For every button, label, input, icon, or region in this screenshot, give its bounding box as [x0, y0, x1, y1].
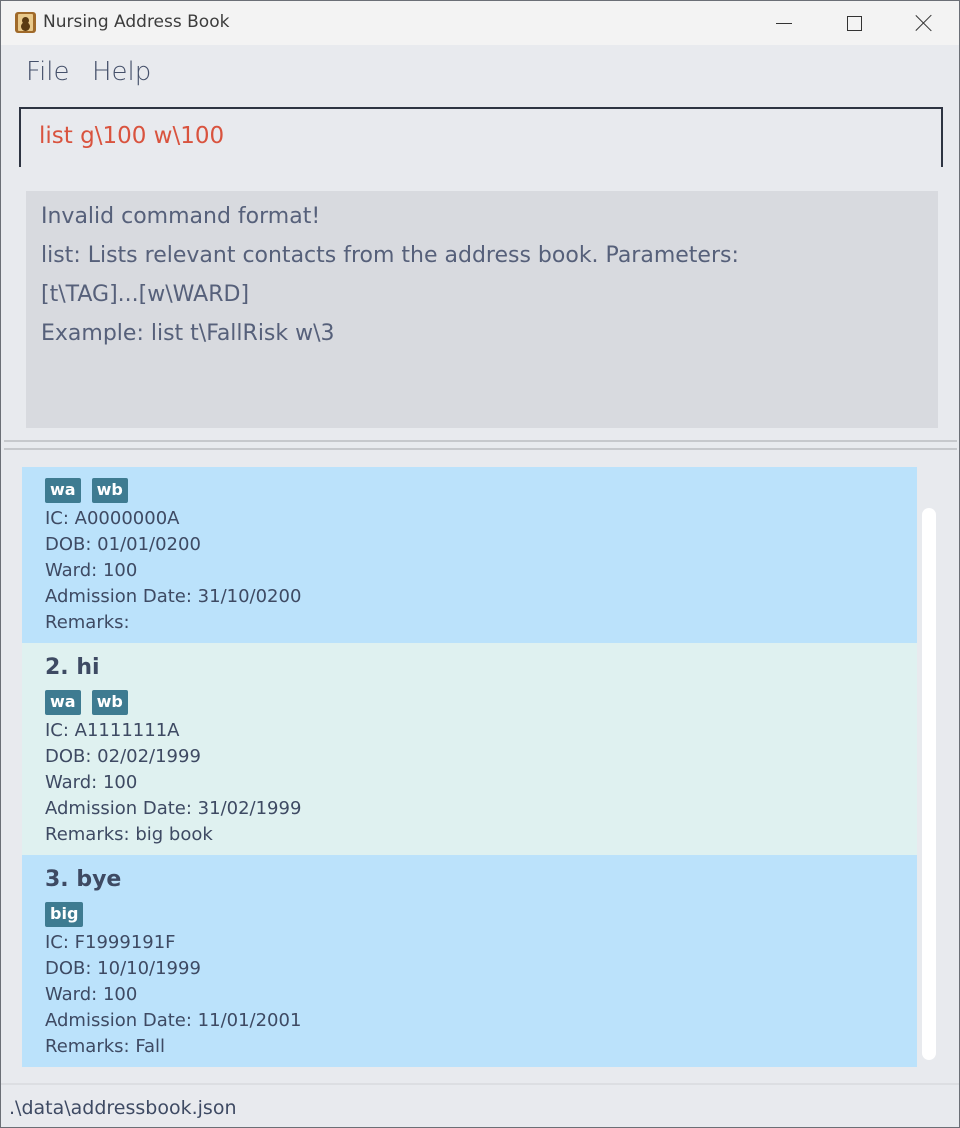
result-line: Example: list t\FallRisk w\3: [41, 321, 335, 346]
person-list: wa wb IC: A0000000A DOB: 01/01/0200 Ward…: [4, 452, 956, 1080]
tag-badge: wa: [45, 478, 81, 503]
person-ic: IC: F1999191F: [45, 932, 176, 953]
tag-badge: wa: [45, 690, 81, 715]
person-dob: DOB: 02/02/1999: [45, 746, 201, 767]
tag-badge: wb: [91, 478, 128, 503]
tag-badge: wb: [91, 690, 128, 715]
result-line: [t\TAG]...[w\WARD]: [41, 282, 250, 307]
minimize-icon: [776, 22, 792, 24]
person-admission-date: Admission Date: 31/02/1999: [45, 798, 302, 819]
person-card[interactable]: 2. hi wa wb IC: A1111111A DOB: 02/02/199…: [22, 643, 917, 855]
data-file-path: .\data\addressbook.json: [9, 1097, 237, 1119]
tag-list: big: [45, 902, 84, 927]
status-bar: .\data\addressbook.json: [1, 1083, 959, 1127]
result-display: Invalid command format! list: Lists rele…: [26, 191, 938, 428]
address-book-icon: [15, 12, 36, 33]
person-ic: IC: A0000000A: [45, 508, 180, 529]
person-ic: IC: A1111111A: [45, 720, 180, 741]
app-window: Nursing Address Book File Help list g\10…: [0, 0, 960, 1128]
list-scrollbar[interactable]: [922, 508, 936, 1060]
menu-help[interactable]: Help: [92, 57, 151, 87]
person-remarks: Remarks:: [45, 612, 130, 633]
close-button[interactable]: [889, 1, 959, 45]
person-card[interactable]: 3. bye big IC: F1999191F DOB: 10/10/1999…: [22, 855, 917, 1067]
tag-list: wa wb: [45, 478, 128, 503]
title-bar[interactable]: Nursing Address Book: [1, 1, 959, 45]
command-input-text: list g\100 w\100: [39, 123, 225, 149]
person-ward: Ward: 100: [45, 772, 138, 793]
person-dob: DOB: 01/01/0200: [45, 534, 201, 555]
person-admission-date: Admission Date: 31/10/0200: [45, 586, 302, 607]
person-dob: DOB: 10/10/1999: [45, 958, 201, 979]
person-name: 2. hi: [45, 655, 100, 680]
window-title: Nursing Address Book: [43, 12, 230, 32]
menu-file[interactable]: File: [26, 57, 70, 87]
minimize-button[interactable]: [749, 1, 819, 45]
person-remarks: Remarks: Fall: [45, 1036, 166, 1057]
command-input[interactable]: list g\100 w\100: [19, 107, 943, 167]
person-admission-date: Admission Date: 11/01/2001: [45, 1010, 302, 1031]
result-line: list: Lists relevant contacts from the a…: [41, 243, 739, 268]
menu-bar: File Help: [1, 45, 959, 101]
person-ward: Ward: 100: [45, 560, 138, 581]
close-icon: [915, 14, 933, 32]
split-pane-divider[interactable]: [4, 440, 957, 450]
person-name: 3. bye: [45, 867, 122, 892]
person-card[interactable]: wa wb IC: A0000000A DOB: 01/01/0200 Ward…: [22, 467, 917, 643]
maximize-icon: [846, 15, 862, 31]
tag-list: wa wb: [45, 690, 128, 715]
tag-badge: big: [45, 902, 84, 927]
person-remarks: Remarks: big book: [45, 824, 213, 845]
person-ward: Ward: 100: [45, 984, 138, 1005]
result-line: Invalid command format!: [41, 204, 321, 229]
maximize-button[interactable]: [819, 1, 889, 45]
